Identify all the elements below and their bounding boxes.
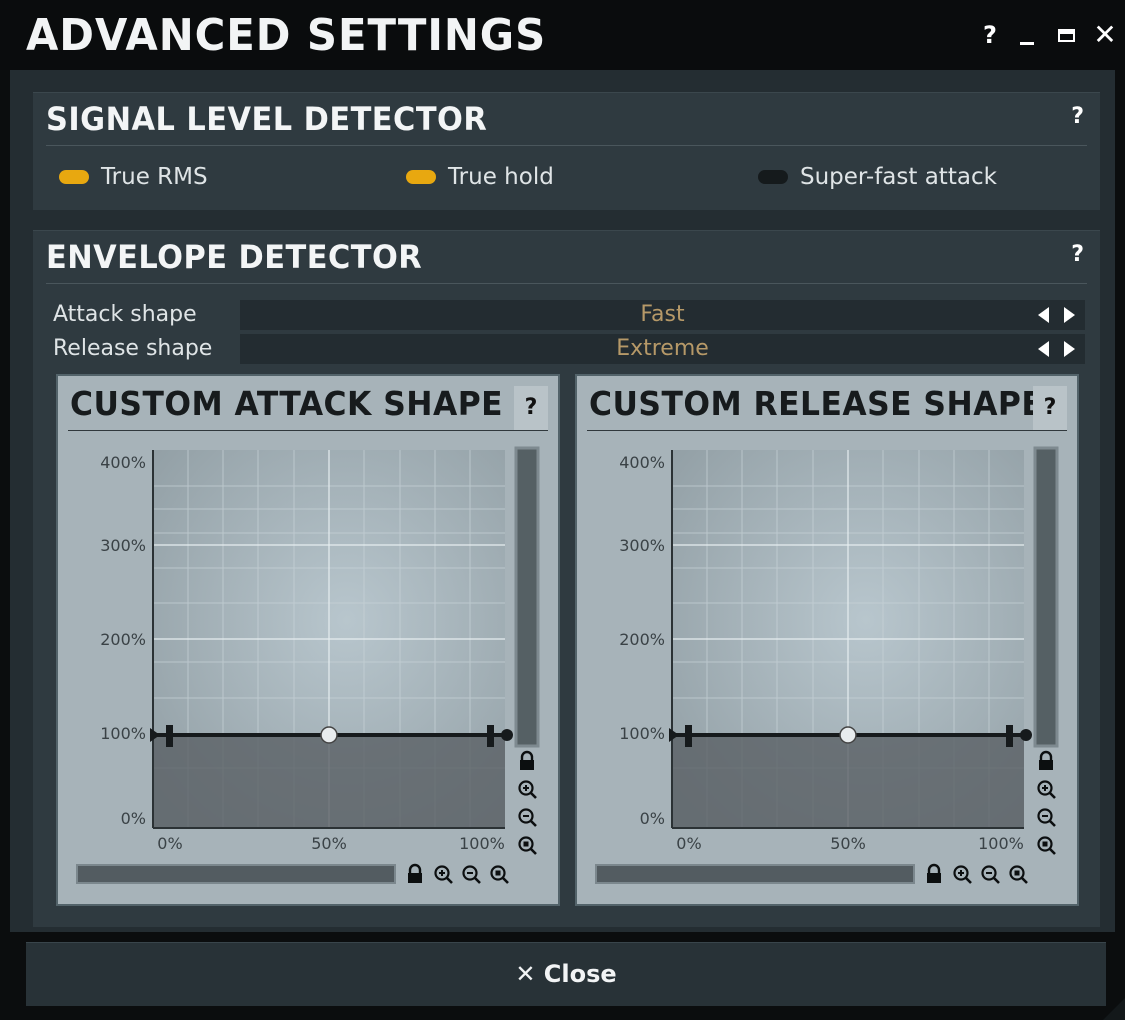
close-button-label: ✕ Close	[515, 960, 617, 988]
divider	[587, 430, 1067, 431]
toggle-switch[interactable]	[59, 170, 89, 184]
super-fast-attack-toggle[interactable]: Super-fast attack	[758, 162, 997, 192]
y-tick-label: 200%	[619, 630, 665, 649]
close-icon[interactable]: ✕	[1090, 18, 1120, 52]
panel-title: CUSTOM ATTACK SHAPE	[70, 384, 504, 423]
maximize-icon[interactable]	[1052, 18, 1082, 52]
attack-shape-selector[interactable]: Fast	[240, 300, 1085, 330]
settings-body: SIGNAL LEVEL DETECTOR ? True RMS True ho…	[10, 70, 1115, 932]
arrow-right-icon[interactable]	[1064, 307, 1075, 323]
zoom-in-icon[interactable]	[432, 863, 454, 885]
zoom-reset-icon[interactable]	[1007, 863, 1029, 885]
envelope-detector-section: ENVELOPE DETECTOR ? Attack shape Fast Re…	[33, 230, 1100, 927]
close-button[interactable]: ✕ Close	[26, 942, 1106, 1006]
zoom-out-icon[interactable]	[1035, 806, 1057, 828]
midpoint-handle[interactable]	[320, 726, 338, 744]
window-title: ADVANCED SETTINGS	[26, 10, 547, 61]
end-point-handle[interactable]	[501, 729, 513, 741]
toggle-switch[interactable]	[406, 170, 436, 184]
y-tick-label: 100%	[619, 724, 665, 743]
zoom-out-icon[interactable]	[979, 863, 1001, 885]
toggle-label: Super-fast attack	[800, 164, 997, 190]
end-point-handle[interactable]	[1020, 729, 1032, 741]
help-icon[interactable]: ?	[514, 386, 548, 430]
start-bound-handle[interactable]	[166, 725, 173, 747]
vertical-scrollbar[interactable]	[1033, 446, 1059, 748]
x-tick-label: 100%	[459, 834, 505, 853]
toggle-switch[interactable]	[758, 170, 788, 184]
resize-grip-icon[interactable]	[1103, 998, 1125, 1020]
lock-icon[interactable]	[404, 863, 426, 885]
zoom-in-icon[interactable]	[951, 863, 973, 885]
x-tick-label: 50%	[830, 834, 866, 853]
attack-shape-graph[interactable]: 400% 300% 200% 100% 0% 0% 50% 100%	[58, 438, 558, 858]
divider	[68, 430, 548, 431]
attack-shape-row: Attack shape Fast	[53, 300, 1085, 330]
divider	[46, 283, 1087, 284]
attack-shape-value: Fast	[640, 302, 685, 327]
horizontal-scrollbar[interactable]	[595, 864, 915, 884]
signal-level-detector-section: SIGNAL LEVEL DETECTOR ? True RMS True ho…	[33, 92, 1100, 210]
release-shape-row: Release shape Extreme	[53, 334, 1085, 364]
release-shape-graph[interactable]: 400% 300% 200% 100% 0% 0% 50% 100%	[577, 438, 1077, 858]
x-tick-label: 100%	[978, 834, 1024, 853]
x-tick-label: 0%	[676, 834, 701, 853]
x-tick-label: 50%	[311, 834, 347, 853]
arrow-left-icon[interactable]	[1038, 307, 1049, 323]
toggle-label: True hold	[448, 164, 554, 190]
panel-title: CUSTOM RELEASE SHAPE	[589, 384, 1044, 423]
arrow-right-icon[interactable]	[1064, 341, 1075, 357]
help-icon[interactable]: ?	[975, 18, 1005, 52]
release-shape-selector[interactable]: Extreme	[240, 334, 1085, 364]
help-icon[interactable]: ?	[1071, 242, 1084, 267]
release-shape-label: Release shape	[53, 336, 213, 361]
section-title: SIGNAL LEVEL DETECTOR	[46, 100, 488, 138]
lock-icon[interactable]	[516, 750, 538, 772]
curve-fill	[672, 733, 1024, 828]
vertical-scrollbar[interactable]	[514, 446, 540, 748]
curve-fill	[153, 733, 505, 828]
zoom-out-icon[interactable]	[516, 806, 538, 828]
y-tick-label: 0%	[640, 809, 665, 828]
true-rms-toggle[interactable]: True RMS	[59, 162, 208, 192]
start-bound-handle[interactable]	[685, 725, 692, 747]
help-icon[interactable]: ?	[1033, 386, 1067, 430]
y-tick-label: 300%	[100, 536, 146, 555]
zoom-reset-icon[interactable]	[488, 863, 510, 885]
end-bound-handle[interactable]	[487, 725, 494, 747]
zoom-reset-icon[interactable]	[516, 834, 538, 856]
lock-icon[interactable]	[1035, 750, 1057, 772]
section-title: ENVELOPE DETECTOR	[46, 238, 423, 276]
divider	[46, 145, 1087, 146]
zoom-reset-icon[interactable]	[1035, 834, 1057, 856]
y-tick-label: 0%	[121, 809, 146, 828]
arrow-left-icon[interactable]	[1038, 341, 1049, 357]
title-bar: ADVANCED SETTINGS ? ✕	[0, 0, 1125, 70]
zoom-in-icon[interactable]	[516, 778, 538, 800]
end-bound-handle[interactable]	[1006, 725, 1013, 747]
attack-shape-label: Attack shape	[53, 302, 197, 327]
release-shape-value: Extreme	[616, 336, 709, 361]
custom-attack-shape-panel: CUSTOM ATTACK SHAPE ? 400% 300% 200% 100…	[58, 376, 558, 904]
y-tick-label: 400%	[619, 453, 665, 472]
minimize-icon[interactable]	[1012, 18, 1042, 52]
zoom-out-icon[interactable]	[460, 863, 482, 885]
true-hold-toggle[interactable]: True hold	[406, 162, 554, 192]
y-tick-label: 200%	[100, 630, 146, 649]
midpoint-handle[interactable]	[839, 726, 857, 744]
y-tick-label: 300%	[619, 536, 665, 555]
lock-icon[interactable]	[923, 863, 945, 885]
x-tick-label: 0%	[157, 834, 182, 853]
toggle-label: True RMS	[101, 164, 208, 190]
y-tick-label: 400%	[100, 453, 146, 472]
help-icon[interactable]: ?	[1071, 104, 1084, 129]
zoom-in-icon[interactable]	[1035, 778, 1057, 800]
horizontal-scrollbar[interactable]	[76, 864, 396, 884]
y-tick-label: 100%	[100, 724, 146, 743]
custom-release-shape-panel: CUSTOM RELEASE SHAPE ? 400% 300% 200% 10…	[577, 376, 1077, 904]
